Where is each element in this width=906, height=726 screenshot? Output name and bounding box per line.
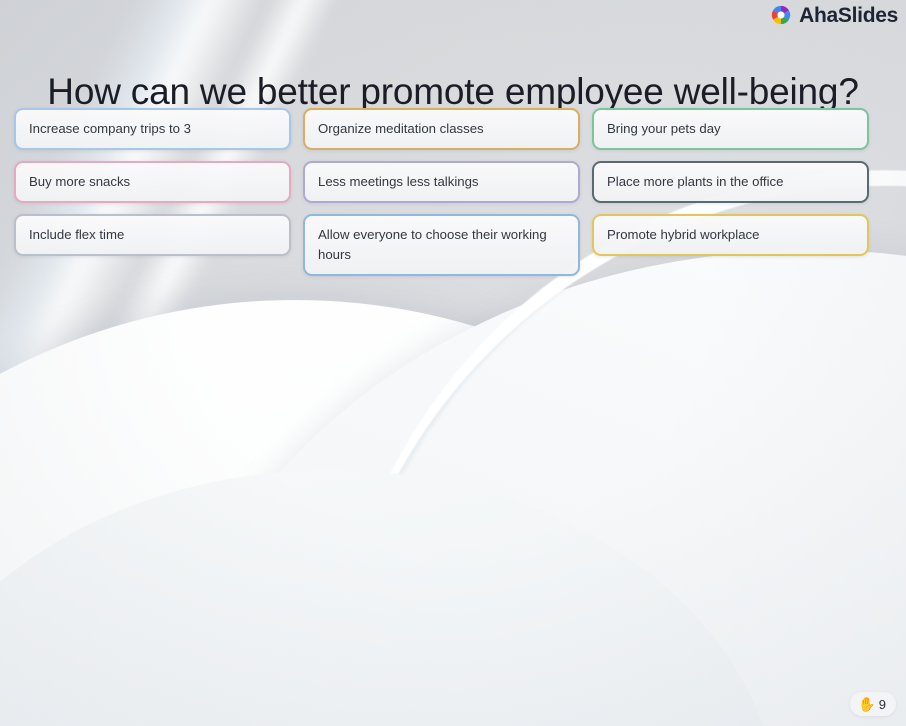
hand-raise-count: 9 xyxy=(878,696,886,712)
answer-card[interactable]: Bring your pets day xyxy=(592,108,869,150)
answer-card[interactable]: Increase company trips to 3 xyxy=(14,108,291,150)
brand-name: AhaSlides xyxy=(799,3,898,27)
answer-card[interactable]: Organize meditation classes xyxy=(303,108,580,150)
answer-card[interactable]: Include flex time xyxy=(14,214,291,256)
answer-card[interactable]: Less meetings less talkings xyxy=(303,161,580,203)
slide-title: How can we better promote employee well-… xyxy=(47,70,859,112)
answer-card-text: Organize meditation classes xyxy=(318,121,484,136)
answer-card[interactable]: Buy more snacks xyxy=(14,161,291,203)
hand-raise-counter[interactable]: ✋ 9 xyxy=(850,692,896,716)
answer-card[interactable]: Promote hybrid workplace xyxy=(592,214,869,256)
ahaslides-logo: AhaSlides xyxy=(770,4,898,26)
ahaslides-circle-icon xyxy=(771,5,791,25)
answer-card-text: Bring your pets day xyxy=(607,121,721,136)
answer-card-text: Increase company trips to 3 xyxy=(29,121,191,136)
answer-card[interactable]: Allow everyone to choose their working h… xyxy=(303,214,580,276)
answer-card-text: Allow everyone to choose their working h… xyxy=(318,227,547,262)
answers-grid: Increase company trips to 3 Organize medi… xyxy=(14,108,870,276)
answer-card-text: Less meetings less talkings xyxy=(318,174,479,189)
answer-card-text: Buy more snacks xyxy=(29,174,131,189)
answer-card-text: Promote hybrid workplace xyxy=(607,227,760,242)
slide-canvas: AhaSlides How can we better promote empl… xyxy=(0,0,906,726)
answer-card[interactable]: Place more plants in the office xyxy=(592,161,869,203)
answer-card-text: Include flex time xyxy=(29,227,125,242)
raised-hand-icon: ✋ xyxy=(858,696,876,712)
answer-card-text: Place more plants in the office xyxy=(607,174,784,189)
